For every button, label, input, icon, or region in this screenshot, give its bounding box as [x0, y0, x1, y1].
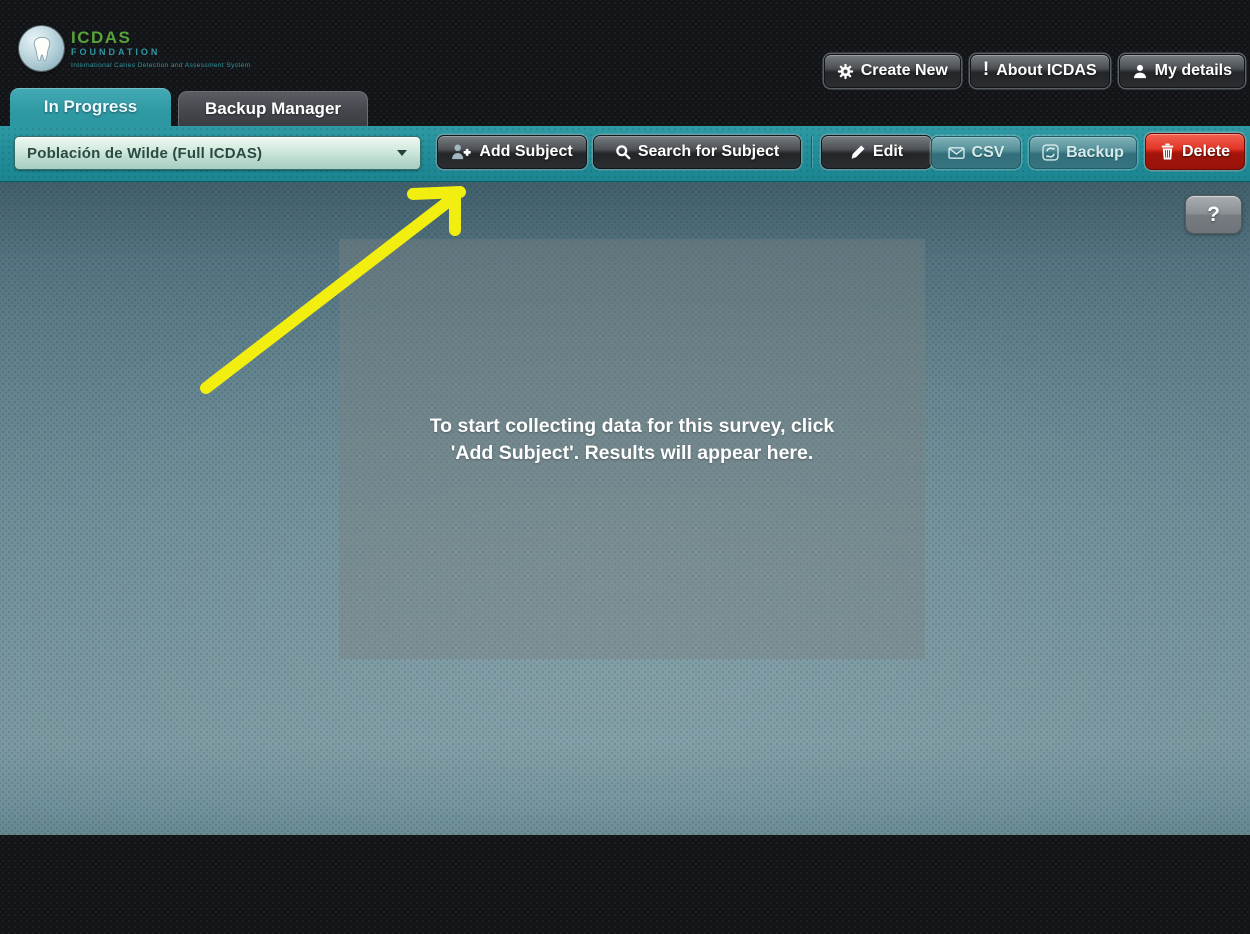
envelope-icon	[948, 147, 965, 159]
tab-in-progress[interactable]: In Progress	[10, 88, 171, 126]
header-actions: Create New ! About ICDAS My details	[824, 54, 1245, 88]
my-details-button[interactable]: My details	[1119, 54, 1245, 88]
add-subject-label: Add Subject	[479, 143, 572, 161]
brand-subtitle: FOUNDATION	[71, 47, 250, 58]
person-icon	[1132, 64, 1148, 79]
my-details-label: My details	[1155, 62, 1232, 80]
create-new-button[interactable]: Create New	[824, 54, 961, 88]
empty-state-message: To start collecting data for this survey…	[430, 413, 835, 467]
edit-button[interactable]: Edit	[821, 135, 932, 169]
empty-message-line2: 'Add Subject'. Results will appear here.	[430, 440, 835, 467]
empty-message-line1: To start collecting data for this survey…	[430, 413, 835, 440]
app-root: ICDAS FOUNDATION International Caries De…	[0, 0, 1250, 934]
gear-icon	[837, 63, 854, 80]
help-button[interactable]: ?	[1185, 195, 1242, 234]
brand-text: ICDAS FOUNDATION International Caries De…	[71, 26, 250, 69]
pencil-icon	[850, 144, 866, 160]
csv-label: CSV	[972, 144, 1005, 162]
backup-button[interactable]: Backup	[1029, 136, 1137, 169]
exclamation-icon: !	[983, 62, 989, 78]
tooth-icon	[19, 26, 64, 71]
tab-backup-manager-label: Backup Manager	[205, 99, 341, 119]
content-panel: ? To start collecting data for this surv…	[0, 182, 1250, 835]
csv-button[interactable]: CSV	[931, 136, 1021, 169]
add-person-icon	[451, 143, 472, 161]
search-subject-label: Search for Subject	[638, 143, 779, 161]
about-icdas-button[interactable]: ! About ICDAS	[970, 54, 1110, 88]
create-new-label: Create New	[861, 62, 948, 80]
brand-tagline: International Caries Detection and Asses…	[71, 62, 250, 69]
toolbar-separator	[811, 136, 812, 168]
delete-button[interactable]: Delete	[1145, 133, 1245, 170]
delete-label: Delete	[1182, 143, 1230, 161]
tab-backup-manager[interactable]: Backup Manager	[178, 91, 368, 126]
add-subject-button[interactable]: Add Subject	[437, 135, 587, 169]
search-subject-button[interactable]: Search for Subject	[593, 135, 801, 169]
survey-select[interactable]: Población de Wilde (Full ICDAS)	[14, 136, 421, 170]
backup-label: Backup	[1066, 144, 1124, 162]
about-icdas-label: About ICDAS	[996, 62, 1096, 80]
search-icon	[615, 144, 631, 160]
results-placeholder: To start collecting data for this survey…	[339, 239, 925, 659]
survey-select-value: Población de Wilde (Full ICDAS)	[15, 145, 397, 162]
toolbar: Población de Wilde (Full ICDAS) Add Subj…	[0, 126, 1250, 182]
chevron-down-icon	[397, 150, 407, 156]
edit-label: Edit	[873, 143, 903, 161]
trash-icon	[1160, 143, 1175, 160]
brand-name: ICDAS	[71, 29, 250, 46]
tab-in-progress-label: In Progress	[44, 97, 138, 117]
tooth-glyph	[27, 34, 57, 64]
backup-arrows-icon	[1042, 144, 1059, 161]
brand-logo: ICDAS FOUNDATION International Caries De…	[19, 26, 250, 71]
